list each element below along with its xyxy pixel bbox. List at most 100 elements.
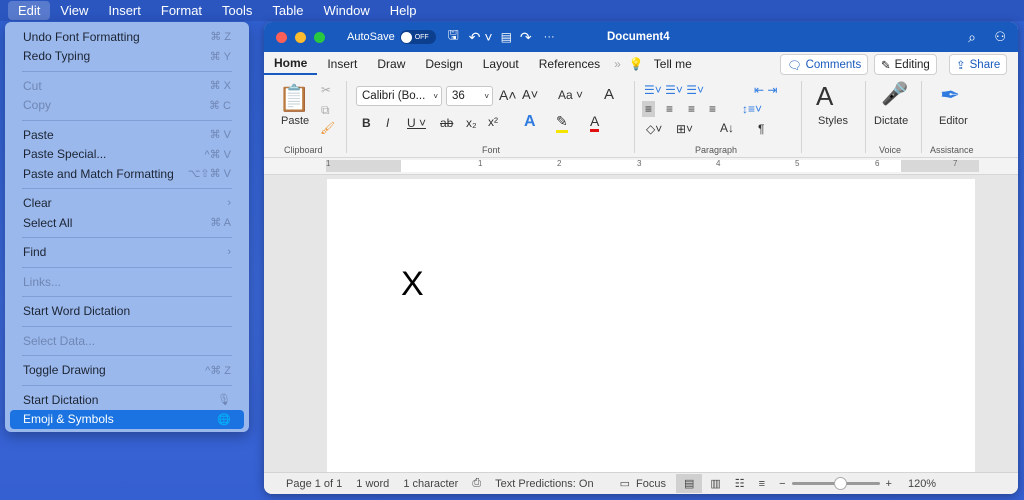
editor-icon[interactable]: ✒ [940, 81, 960, 110]
ruler[interactable]: 1 1 2 3 4 5 6 7 [264, 158, 1018, 175]
font-color-icon[interactable]: A [590, 113, 600, 132]
menubar-table[interactable]: Table [262, 1, 313, 20]
copy-icon[interactable]: ⧉ [321, 103, 330, 118]
justify-button[interactable]: ≡ [709, 102, 716, 116]
close-button[interactable] [276, 31, 287, 43]
microphone-icon[interactable]: 🎤 [881, 81, 908, 107]
subscript-button[interactable]: x₂ [466, 116, 477, 130]
styles-icon[interactable]: A [816, 81, 833, 112]
document-text[interactable]: X [401, 265, 424, 304]
more-icon[interactable]: ··· [544, 31, 555, 43]
align-center-button[interactable]: ≡ [666, 102, 673, 116]
word-count[interactable]: 1 word [356, 478, 389, 490]
zoom-in-icon[interactable]: + [886, 478, 892, 490]
save-icon[interactable]: 🖫 [448, 26, 459, 48]
menu-item-paste[interactable]: Paste ⌘ V [10, 125, 244, 145]
shrink-font-icon[interactable]: A˅ [522, 87, 538, 102]
clipboard-icon[interactable]: ▤ [501, 30, 512, 44]
menubar-insert[interactable]: Insert [98, 1, 151, 20]
paste-button[interactable]: Paste [281, 115, 309, 127]
search-icon[interactable]: ⌕ [968, 29, 976, 46]
dictate-button[interactable]: Dictate [874, 115, 908, 127]
tab-draw[interactable]: Draw [367, 52, 415, 75]
highlight-icon[interactable]: ✎ [556, 113, 568, 133]
text-effects-icon[interactable]: A [524, 113, 536, 131]
tab-insert[interactable]: Insert [317, 52, 367, 75]
more-tabs-icon[interactable]: » [614, 57, 621, 71]
tab-layout[interactable]: Layout [473, 52, 529, 75]
menubar-help[interactable]: Help [380, 1, 427, 20]
menu-item-start-dictation[interactable]: Start Dictation 🎙 [10, 390, 244, 410]
character-count[interactable]: 1 character [403, 478, 458, 490]
font-name-select[interactable]: Calibri (Bo... ˅ [356, 86, 442, 106]
tell-me-search[interactable]: Tell me [644, 52, 702, 75]
italic-button[interactable]: I [386, 116, 389, 130]
focus-button[interactable]: Focus [636, 478, 666, 490]
show-marks-icon[interactable]: ¶ [758, 122, 764, 136]
sort-icon[interactable]: A↓ [720, 121, 734, 135]
document-page[interactable]: X [327, 179, 975, 479]
minimize-button[interactable] [295, 31, 306, 43]
zoom-slider[interactable] [791, 477, 880, 490]
menu-bar: Edit View Insert Format Tools Table Window Help [0, 0, 1024, 21]
bold-button[interactable]: B [362, 116, 371, 130]
undo-icon[interactable]: ↶ ˅ [469, 29, 493, 46]
editor-button[interactable]: Editor [939, 115, 968, 127]
zoom-level[interactable]: 120% [908, 478, 936, 490]
zoom-out-icon[interactable]: − [779, 478, 785, 490]
styles-button[interactable]: Styles [818, 115, 848, 127]
menu-item-find[interactable]: Find › [10, 243, 244, 263]
borders-icon[interactable]: ⊞˅ [676, 122, 693, 136]
align-left-button[interactable]: ≡ [642, 101, 656, 117]
menu-item-clear[interactable]: Clear › [10, 194, 244, 214]
indent-icon[interactable]: ⇤ ⇥ [754, 83, 777, 97]
outline-icon[interactable]: ☷ [735, 477, 745, 490]
focus-icon[interactable]: ▭ [620, 477, 630, 490]
proofing-icon[interactable]: ⎙ [472, 477, 481, 490]
editing-button[interactable]: ✎ Editing [874, 54, 937, 75]
clear-formatting-icon[interactable]: A [604, 86, 614, 103]
menu-item-paste-special[interactable]: Paste Special... ^⌘ V [10, 145, 244, 165]
line-spacing-icon[interactable]: ↕≡˅ [742, 102, 762, 116]
share-button[interactable]: ⇪ Share [949, 54, 1008, 75]
shading-icon[interactable]: ◇˅ [646, 122, 662, 136]
menubar-edit[interactable]: Edit [8, 1, 51, 20]
autosave-toggle[interactable]: OFF [399, 30, 436, 44]
text-predictions[interactable]: Text Predictions: On [495, 478, 593, 490]
bullets-icon[interactable]: ☰˅ ☰˅ ☰˅ [644, 83, 704, 97]
share-people-icon[interactable]: ⚇ [994, 29, 1006, 45]
comments-button[interactable]: 🗨 Comments [780, 54, 869, 75]
menu-item-start-word-dictation[interactable]: Start Word Dictation [10, 302, 244, 322]
menu-item-redo-typing[interactable]: Redo Typing ⌘ Y [10, 47, 244, 67]
menubar-tools[interactable]: Tools [212, 1, 262, 20]
menubar-window[interactable]: Window [313, 1, 379, 20]
web-layout-icon[interactable]: ▥ [710, 477, 720, 490]
draft-icon[interactable]: ≡ [759, 478, 765, 490]
align-right-button[interactable]: ≡ [688, 102, 695, 116]
change-case-icon[interactable]: Aa ˅ [558, 88, 583, 102]
menu-item-emoji-symbols[interactable]: Emoji & Symbols 🌐 [10, 409, 244, 429]
page-count[interactable]: Page 1 of 1 [286, 478, 342, 490]
ruler-number: 5 [795, 159, 800, 168]
redo-icon[interactable]: ↷ [520, 29, 532, 46]
menu-item-undo-font-formatting[interactable]: Undo Font Formatting ⌘ Z [10, 27, 244, 47]
strikethrough-button[interactable]: ab [440, 116, 453, 130]
menubar-view[interactable]: View [50, 1, 98, 20]
tab-design[interactable]: Design [415, 52, 472, 75]
zoom-button[interactable] [314, 31, 325, 43]
menubar-format[interactable]: Format [151, 1, 212, 20]
group-label-assistance: Assistance [930, 145, 974, 155]
tab-home[interactable]: Home [264, 52, 318, 75]
format-painter-icon[interactable]: 🖌 [320, 121, 335, 135]
menu-item-paste-and-match-formatting[interactable]: Paste and Match Formatting ⌥⇧⌘ V [10, 164, 244, 184]
underline-button[interactable]: U ˅ [407, 116, 426, 130]
menu-item-toggle-drawing[interactable]: Toggle Drawing ^⌘ Z [10, 361, 244, 381]
print-layout-icon[interactable]: ▤ [675, 474, 703, 493]
grow-font-icon[interactable]: A˄ [499, 87, 517, 103]
superscript-button[interactable]: x² [488, 115, 498, 129]
paste-icon[interactable]: 📋 [278, 83, 310, 114]
menu-item-select-all[interactable]: Select All ⌘ A [10, 213, 244, 233]
tab-references[interactable]: References [529, 52, 610, 75]
font-size-select[interactable]: 36 ˅ [446, 86, 493, 106]
cut-icon[interactable]: ✂ [321, 83, 331, 97]
